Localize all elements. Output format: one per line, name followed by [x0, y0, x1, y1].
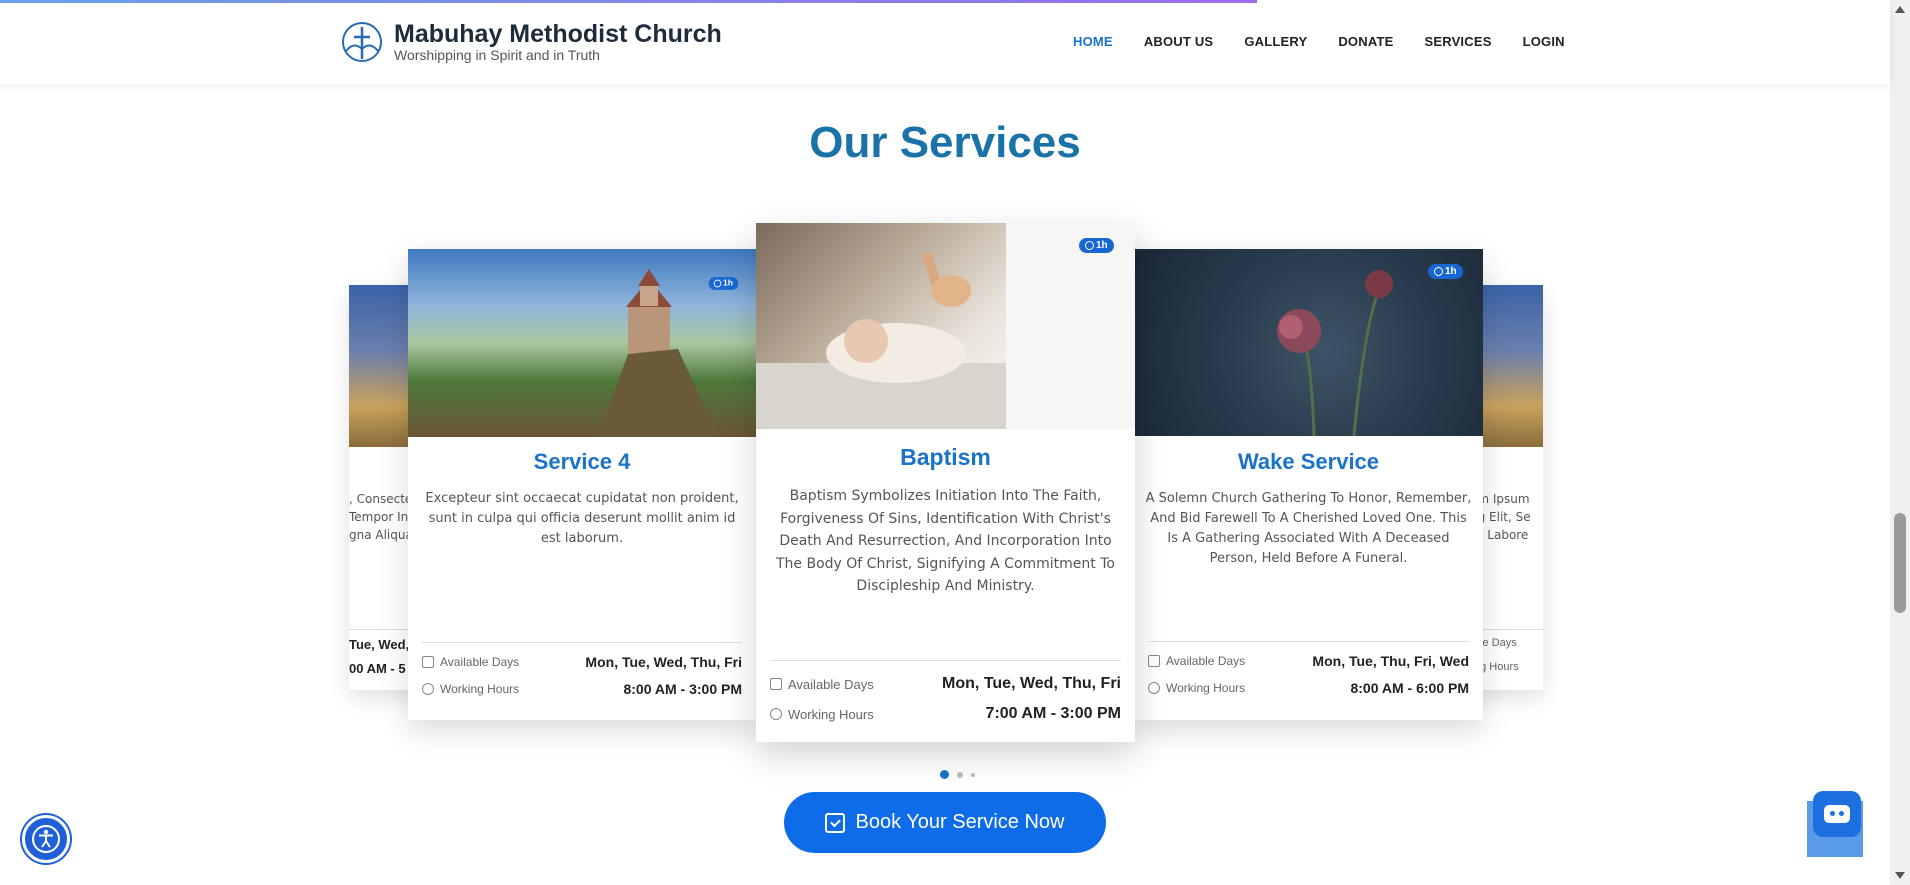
days-value: Mon, Tue, Thu, Fri, Wed — [1312, 653, 1469, 669]
scroll-up-arrow-icon[interactable] — [1895, 6, 1905, 13]
accessibility-icon — [32, 825, 60, 853]
site-tagline: Worshipping in Spirit and in Truth — [394, 47, 600, 63]
clock-icon — [422, 683, 434, 695]
service-card-wake-service[interactable]: 1h Wake Service A Solemn Church Gatherin… — [1134, 249, 1483, 720]
service-card-baptism[interactable]: 1h Baptism Baptism Symbolizes Initiation… — [756, 223, 1135, 742]
duration-badge: 1h — [708, 277, 739, 290]
book-service-label: Book Your Service Now — [855, 811, 1065, 833]
site-header: Mabuhay Methodist Church Worshipping in … — [0, 0, 1890, 84]
card-hours-value: 00 AM - 5 — [349, 661, 406, 676]
brand[interactable]: Mabuhay Methodist Church Worshipping in … — [340, 20, 722, 63]
calendar-icon — [1148, 655, 1160, 667]
clock-icon — [1085, 241, 1094, 250]
clock-icon — [713, 279, 722, 288]
duration-badge: 1h — [1079, 238, 1114, 253]
card-description: Baptism Symbolizes Initiation Into The F… — [776, 488, 1115, 594]
nav-login[interactable]: LOGIN — [1523, 34, 1565, 49]
card-title: Wake Service — [1237, 449, 1380, 474]
church-logo-icon — [342, 21, 382, 62]
nav-home[interactable]: HOME — [1073, 34, 1113, 49]
calendar-icon — [422, 656, 434, 668]
calendar-icon — [770, 678, 782, 690]
hours-value: 8:00 AM - 3:00 PM — [623, 681, 742, 697]
scroll-progress-bar — [0, 0, 1257, 3]
hours-value: 8:00 AM - 6:00 PM — [1350, 680, 1469, 696]
days-label: Available Days — [788, 676, 874, 692]
clock-icon — [770, 708, 782, 720]
carousel-pagination — [940, 770, 975, 779]
nav-donate[interactable]: DONATE — [1338, 34, 1393, 49]
hours-label: Working Hours — [1166, 681, 1246, 695]
carousel-dot-1[interactable] — [940, 770, 949, 779]
working-hours-row: Working Hours 8:00 AM - 3:00 PM — [422, 681, 742, 697]
chatbot-button[interactable] — [1813, 791, 1861, 837]
page-scrollbar[interactable] — [1890, 0, 1910, 885]
accessibility-button[interactable] — [22, 815, 70, 863]
card-title: Service 4 — [533, 449, 631, 474]
card-description: A Solemn Church Gathering To Honor, Reme… — [1145, 491, 1472, 566]
card-description: Excepteur sint occaecat cupidatat non pr… — [425, 491, 739, 546]
service-card-service-4[interactable]: 1h Service 4 Excepteur sint occaecat cup… — [408, 249, 756, 720]
hours-label: Working Hours — [440, 682, 520, 696]
days-value: Mon, Tue, Wed, Thu, Fri — [942, 675, 1121, 692]
site-title: Mabuhay Methodist Church — [394, 20, 722, 48]
duration-badge: 1h — [1428, 264, 1463, 279]
days-value: Mon, Tue, Wed, Thu, Fri — [585, 654, 742, 670]
carousel-dot-3[interactable] — [971, 772, 975, 777]
book-service-button[interactable]: Book Your Service Now — [784, 792, 1106, 853]
calendar-check-icon — [825, 812, 846, 833]
nav-services[interactable]: SERVICES — [1424, 34, 1491, 49]
main-nav: HOME ABOUT US GALLERY DONATE SERVICES LO… — [1073, 34, 1596, 49]
chatbot-icon — [1824, 805, 1850, 823]
days-label: Available Days — [440, 655, 520, 669]
hours-value: 7:00 AM - 3:00 PM — [985, 705, 1121, 722]
card-title: Baptism — [900, 444, 991, 470]
scroll-thumb[interactable] — [1894, 513, 1906, 613]
available-days-row: Available Days Mon, Tue, Thu, Fri, Wed — [1148, 653, 1469, 669]
scroll-down-arrow-icon[interactable] — [1895, 872, 1905, 879]
duration-value: 1h — [1096, 240, 1108, 251]
working-hours-row: Working Hours 7:00 AM - 3:00 PM — [770, 705, 1121, 723]
carousel-dot-2[interactable] — [957, 771, 963, 778]
nav-about-us[interactable]: ABOUT US — [1144, 34, 1214, 49]
available-days-row: Available Days Mon, Tue, Wed, Thu, Fri — [770, 675, 1121, 693]
working-hours-row: Working Hours 8:00 AM - 6:00 PM — [1148, 680, 1469, 696]
nav-gallery[interactable]: GALLERY — [1244, 34, 1307, 49]
section-title: Our Services — [809, 118, 1081, 167]
card-image — [756, 223, 1135, 429]
hours-label: Working Hours — [788, 706, 874, 722]
clock-icon — [1434, 267, 1443, 276]
card-divider — [770, 660, 1121, 661]
duration-value: 1h — [1445, 266, 1457, 277]
card-divider — [1148, 641, 1469, 642]
clock-icon — [1148, 682, 1160, 694]
duration-value: 1h — [723, 278, 733, 289]
days-label: Available Days — [1166, 654, 1246, 668]
card-days-value: Tue, Wed, — [349, 637, 410, 652]
card-divider — [422, 642, 742, 643]
available-days-row: Available Days Mon, Tue, Wed, Thu, Fri — [422, 654, 742, 670]
card-image — [408, 249, 756, 437]
